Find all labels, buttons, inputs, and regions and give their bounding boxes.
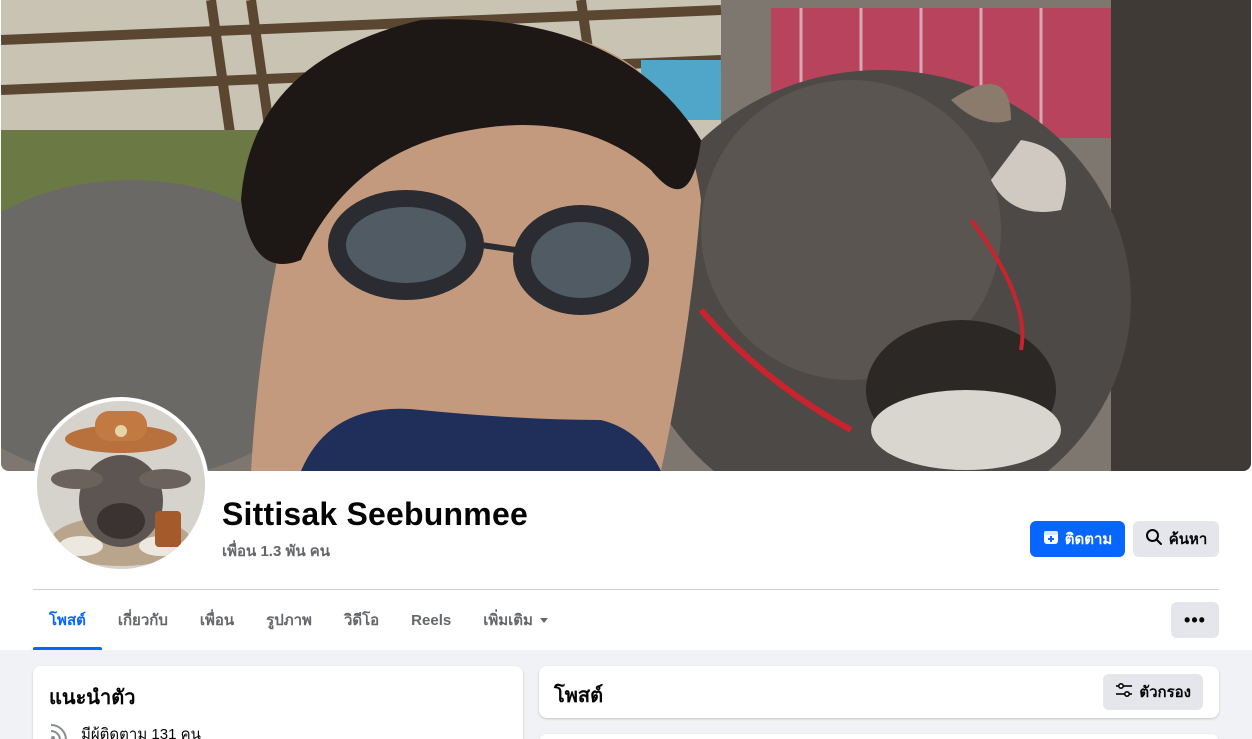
search-icon bbox=[1145, 528, 1163, 550]
search-button[interactable]: ค้นหา bbox=[1133, 521, 1219, 557]
filter-button[interactable]: ตัวกรอง bbox=[1103, 674, 1203, 710]
tab-about[interactable]: เกี่ยวกับ bbox=[102, 590, 184, 650]
tab-posts[interactable]: โพสต์ bbox=[33, 590, 102, 650]
follow-icon bbox=[1043, 529, 1059, 549]
profile-name: Sittisak Seebunmee bbox=[222, 496, 528, 532]
rss-icon bbox=[49, 722, 69, 739]
tab-videos[interactable]: วิดีโอ bbox=[328, 590, 395, 650]
followers-row: มีผู้ติดตาม 131 คน bbox=[49, 722, 201, 739]
cover-photo[interactable] bbox=[1, 0, 1251, 471]
posts-title: โพสต์ bbox=[554, 685, 604, 707]
intro-card: แนะนำตัว มีผู้ติดตาม 131 คน bbox=[33, 666, 523, 739]
intro-title: แนะนำตัว bbox=[49, 687, 136, 709]
tab-reels[interactable]: Reels bbox=[395, 590, 467, 650]
caret-down-icon bbox=[539, 612, 549, 629]
post-card bbox=[539, 734, 1219, 739]
profile-avatar[interactable] bbox=[33, 397, 209, 573]
tab-photos[interactable]: รูปภาพ bbox=[250, 590, 328, 650]
follow-button[interactable]: ติดตาม bbox=[1030, 521, 1125, 557]
posts-header-card: โพสต์ ตัวกรอง bbox=[539, 666, 1219, 718]
profile-page: Sittisak Seebunmee เพื่อน 1.3 พัน คน ติด… bbox=[0, 0, 1252, 739]
follow-label: ติดตาม bbox=[1064, 531, 1113, 548]
search-label: ค้นหา bbox=[1168, 531, 1208, 548]
followers-count: มีผู้ติดตาม 131 คน bbox=[81, 726, 201, 739]
tab-more[interactable]: เพิ่มเติม bbox=[467, 590, 565, 650]
profile-tabs: โพสต์ เกี่ยวกับ เพื่อน รูปภาพ วิดีโอ Ree… bbox=[33, 590, 565, 650]
more-options-button[interactable]: ••• bbox=[1171, 602, 1219, 638]
ellipsis-icon: ••• bbox=[1184, 609, 1206, 630]
filter-label: ตัวกรอง bbox=[1139, 684, 1191, 701]
filter-icon bbox=[1115, 682, 1133, 702]
friend-count[interactable]: เพื่อน 1.3 พัน คน bbox=[222, 539, 330, 563]
avatar-image bbox=[37, 401, 205, 569]
tab-friends[interactable]: เพื่อน bbox=[184, 590, 250, 650]
